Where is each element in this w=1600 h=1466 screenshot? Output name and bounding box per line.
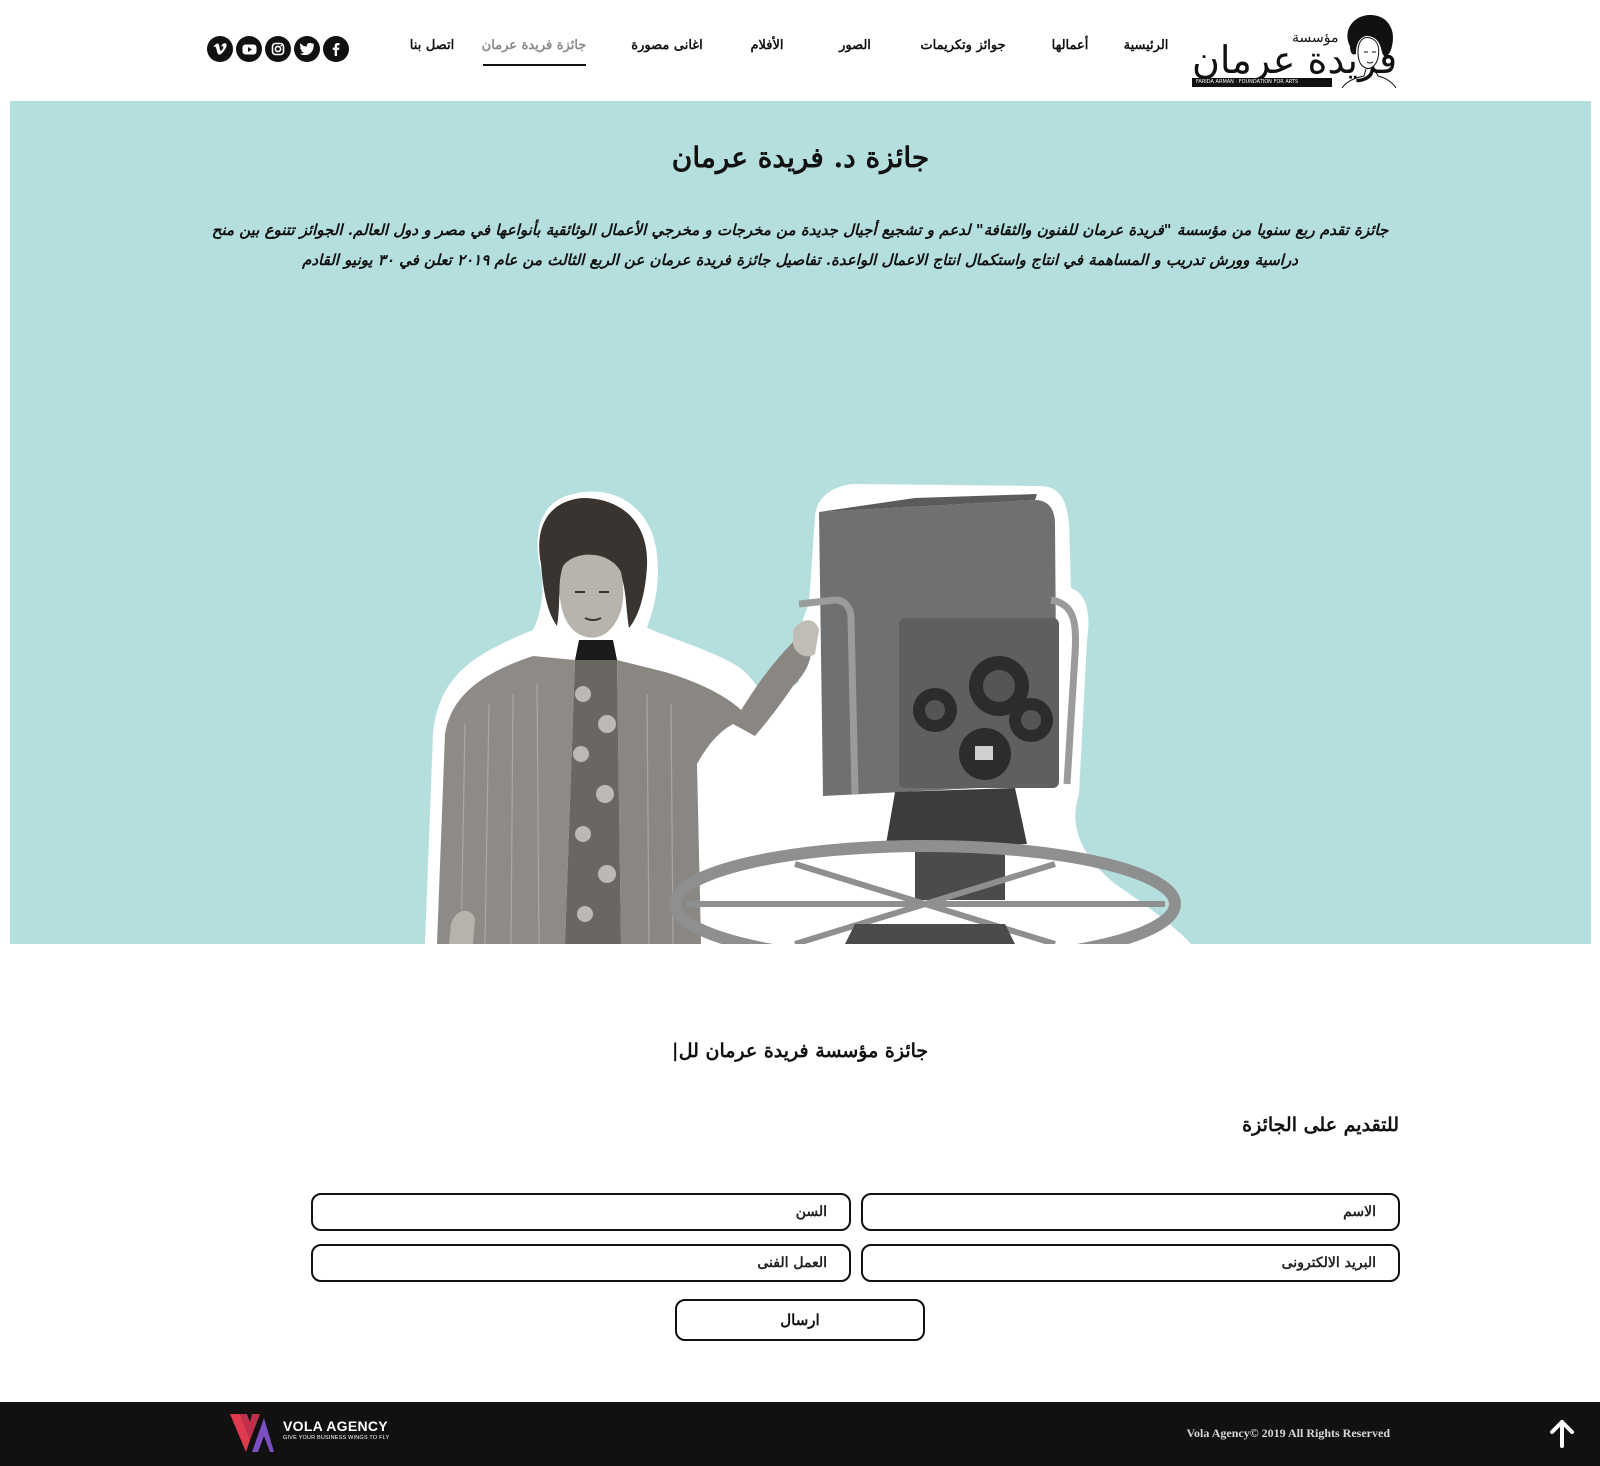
site-logo[interactable]: مؤسسة فريدة عرمان FARIDA ARMAN · FOUNDAT… <box>1192 12 1398 88</box>
nav-item-prize[interactable]: جائزة فريدة عرمان <box>482 38 587 53</box>
artwork-input[interactable] <box>311 1244 851 1282</box>
age-input[interactable] <box>311 1193 851 1231</box>
twitter-icon[interactable] <box>294 36 320 62</box>
nav-active-underline <box>483 64 586 66</box>
youtube-icon[interactable] <box>236 36 262 62</box>
nav-item-awards[interactable]: جوائز وتكريمات <box>920 38 1005 53</box>
agency-name: VOLA AGENCY <box>283 1418 388 1434</box>
nav-item-home[interactable]: الرئيسية <box>1124 38 1169 53</box>
copyright-text: Vola Agency© 2019 All Rights Reserved <box>1186 1426 1390 1440</box>
prize-section-title: جائزة مؤسسة فريدة عرمان لل| <box>671 1040 929 1062</box>
nav-item-films[interactable]: الأفلام <box>750 38 783 53</box>
site-footer: VOLA AGENCY GIVE YOUR BUSINESS WINGS TO … <box>0 1402 1600 1466</box>
facebook-icon[interactable] <box>323 36 349 62</box>
apply-form-heading: للتقديم على الجائزة <box>1242 1114 1399 1136</box>
nav-item-photos[interactable]: الصور <box>839 38 871 53</box>
logo-portrait-image <box>1341 14 1397 88</box>
hero-description: جائزة تقدم ربع سنويا من مؤسسة "فريدة عرم… <box>211 221 1389 269</box>
hero-title: جائزة د. فريدة عرمان <box>671 141 930 174</box>
nav-item-contact[interactable]: اتصل بنا <box>410 38 454 53</box>
scroll-to-top-arrow-icon[interactable] <box>1546 1418 1578 1450</box>
nav-item-music-videos[interactable]: اغانى مصورة <box>631 38 702 53</box>
email-input[interactable] <box>861 1244 1400 1282</box>
instagram-icon[interactable] <box>265 36 291 62</box>
hero-photo-woman-with-camera <box>425 484 1191 944</box>
nav-item-works[interactable]: أعمالها <box>1052 38 1089 53</box>
agency-tagline: GIVE YOUR BUSINESS WINGS TO FLY <box>283 1435 390 1441</box>
logo-band: FARIDA ARMAN · FOUNDATION FOR ARTS <box>1192 78 1332 87</box>
site-header: مؤسسة فريدة عرمان FARIDA ARMAN · FOUNDAT… <box>0 0 1600 100</box>
vimeo-icon[interactable] <box>207 36 233 62</box>
submit-button[interactable]: ارسال <box>675 1299 925 1341</box>
name-input[interactable] <box>861 1193 1400 1231</box>
vola-agency-logo-icon[interactable] <box>230 1414 274 1452</box>
prize-hero: جائزة د. فريدة عرمان جائزة تقدم ربع سنوي… <box>10 101 1591 944</box>
